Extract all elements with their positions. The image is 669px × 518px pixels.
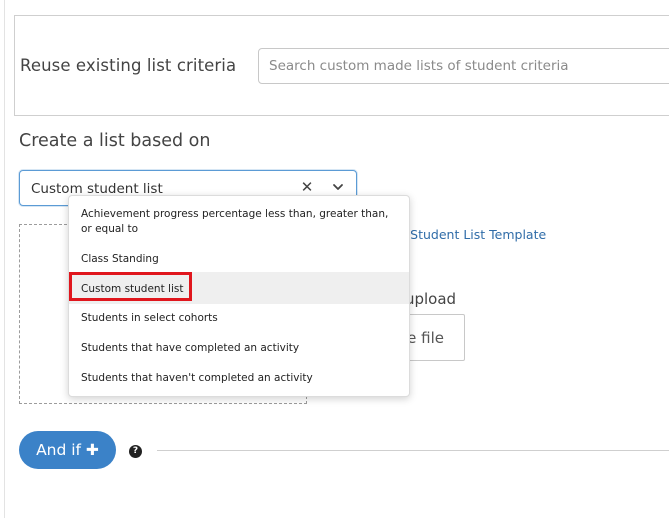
- create-list-label: Create a list based on: [19, 131, 211, 151]
- question-circle-icon[interactable]: ?: [129, 445, 142, 458]
- section-divider: [157, 450, 669, 451]
- option-achievement-progress[interactable]: Achievement progress percentage less tha…: [69, 207, 409, 237]
- option-completed-activity[interactable]: Students that have completed an activity: [69, 341, 409, 356]
- annotation-highlight-box: [69, 272, 192, 301]
- option-class-standing[interactable]: Class Standing: [69, 252, 409, 267]
- chevron-down-icon[interactable]: [331, 180, 345, 194]
- criteria-search-input[interactable]: [258, 48, 669, 84]
- option-not-completed-activity[interactable]: Students that haven't completed an activ…: [69, 371, 409, 386]
- option-students-in-cohorts[interactable]: Students in select cohorts: [69, 311, 409, 326]
- reuse-criteria-label: Reuse existing list criteria: [20, 56, 237, 75]
- and-if-button[interactable]: And if ✚: [19, 431, 116, 469]
- list-basis-dropdown-menu: Achievement progress percentage less tha…: [68, 195, 410, 397]
- close-icon[interactable]: ✕: [299, 177, 315, 197]
- left-border: [4, 0, 5, 518]
